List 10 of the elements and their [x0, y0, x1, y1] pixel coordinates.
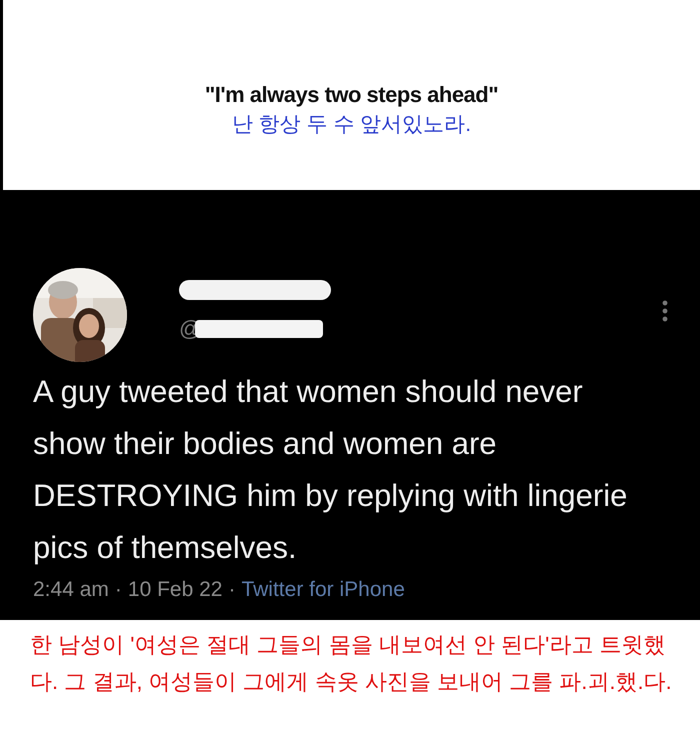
quote-title: "I'm always two steps ahead" [204, 82, 498, 108]
tweet-text: A guy tweeted that women should never show their bodies and women are DESTROYING him by replying with lingerie pics of themselves. [33, 373, 628, 567]
separator-dot: · [114, 578, 122, 602]
source-link[interactable]: Twitter for iPhone [241, 578, 405, 602]
translation-text: 한 남성이 '여성은 절대 그들의 몸을 내보여선 안 된다'라고 트윗했다. 그 결과, 여성들이 그에게 속옷 사진을 보내어 그를 파.괴.했.다. [29, 631, 673, 696]
tweet-time: 2:44 am [33, 578, 109, 602]
more-icon[interactable] [662, 300, 668, 322]
separator-dot: · [228, 578, 236, 602]
translation-text: 난 항상 두 수 앞서있노라. [232, 112, 472, 138]
tweet-date: 10 Feb 22 [128, 578, 222, 602]
